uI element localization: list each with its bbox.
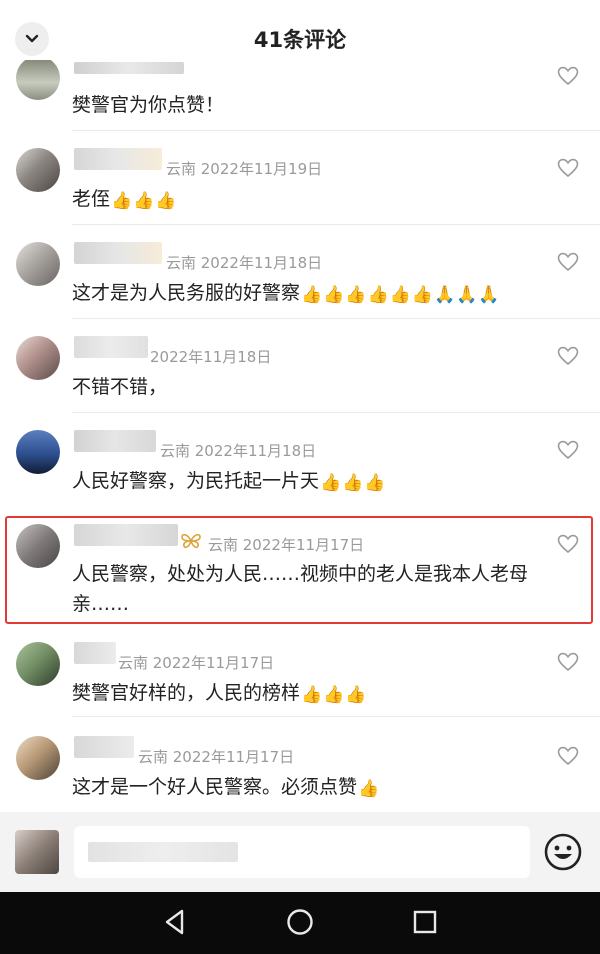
comment-item[interactable]: 云南 2022年11月17日 这才是一个好人民警察。必须点赞👍 (0, 726, 600, 812)
comment-item[interactable]: 云南 2022年11月19日 老侄👍👍👍 (0, 138, 600, 230)
smiley-icon[interactable] (543, 832, 583, 872)
username-blurred[interactable] (74, 736, 134, 758)
comment-meta: 云南 2022年11月18日 (166, 254, 323, 272)
avatar[interactable] (16, 642, 60, 686)
divider (72, 716, 600, 717)
comment-text: 这才是为人民务服的好警察👍👍👍👍👍👍🙏🙏🙏 (72, 278, 552, 310)
thumbs-up-icon: 👍 (345, 685, 367, 705)
comment-list[interactable]: 樊警官为你点赞！ 云南 2022年11月19日 老侄👍👍👍 云南 2022年11… (0, 60, 600, 812)
thumbs-up-icon: 👍 (358, 779, 380, 799)
username-blurred[interactable] (74, 524, 178, 546)
like-heart-icon[interactable] (557, 252, 579, 272)
thumbs-up-icon: 👍 (301, 685, 323, 705)
like-heart-icon[interactable] (557, 440, 579, 460)
pray-icon: 🙏 (434, 285, 456, 305)
like-heart-icon[interactable] (557, 158, 579, 178)
comment-meta: 云南 2022年11月17日 (138, 748, 295, 766)
avatar[interactable] (16, 336, 60, 380)
comment-text: 樊警官好样的，人民的榜样👍👍👍 (72, 678, 552, 710)
comment-text: 老侄👍👍👍 (72, 184, 552, 216)
comment-input[interactable] (74, 826, 530, 878)
comment-text: 不错不错， (72, 376, 168, 398)
thumbs-up-icon: 👍 (367, 285, 389, 305)
avatar[interactable] (16, 148, 60, 192)
like-heart-icon[interactable] (557, 534, 579, 554)
thumbs-up-icon: 👍 (133, 191, 155, 211)
recents-icon[interactable] (410, 907, 440, 937)
thumbs-up-icon: 👍 (155, 191, 177, 211)
thumbs-up-icon: 👍 (111, 191, 133, 211)
page-title: 41条评论 (253, 28, 347, 52)
comment-meta: 2022年11月18日 (150, 348, 272, 366)
comment-text: 人民好警察，为民托起一片天👍👍👍 (72, 466, 552, 498)
like-heart-icon[interactable] (557, 652, 579, 672)
butterfly-icon (181, 533, 201, 549)
thumbs-up-icon: 👍 (323, 285, 345, 305)
avatar[interactable] (16, 430, 60, 474)
comment-item[interactable]: 云南 2022年11月17日 樊警官好样的，人民的榜样👍👍👍 (0, 632, 600, 724)
thumbs-up-icon: 👍 (301, 285, 323, 305)
comment-item[interactable]: 樊警官为你点赞！ (0, 60, 600, 131)
divider (72, 412, 600, 413)
like-heart-icon[interactable] (557, 746, 579, 766)
pray-icon: 🙏 (456, 285, 478, 305)
comment-item[interactable]: 云南 2022年11月18日 人民好警察，为民托起一片天👍👍👍 (0, 420, 600, 512)
thumbs-up-icon: 👍 (342, 473, 364, 493)
like-heart-icon[interactable] (557, 66, 579, 86)
comment-item[interactable]: 2022年11月18日 不错不错， (0, 326, 600, 418)
comment-meta: 云南 2022年11月18日 (160, 442, 317, 460)
avatar[interactable] (16, 242, 60, 286)
thumbs-up-icon: 👍 (364, 473, 386, 493)
comment-input-bar (0, 812, 600, 892)
comment-meta: 云南 2022年11月19日 (166, 160, 323, 178)
avatar[interactable] (16, 60, 60, 100)
comment-text: 人民警察，处处为人民……视频中的老人是我本人老母亲…… (72, 563, 529, 615)
system-nav-bar (0, 892, 600, 954)
home-icon[interactable] (285, 907, 315, 937)
comment-meta: 云南 2022年11月17日 (208, 536, 365, 554)
avatar[interactable] (16, 524, 60, 568)
like-heart-icon[interactable] (557, 346, 579, 366)
divider (72, 130, 600, 131)
username-blurred[interactable] (74, 62, 184, 74)
divider (72, 224, 600, 225)
input-placeholder-blurred (88, 842, 238, 862)
thumbs-up-icon: 👍 (323, 685, 345, 705)
comment-text: 樊警官为你点赞！ (72, 94, 225, 116)
username-blurred[interactable] (74, 336, 148, 358)
divider (72, 318, 600, 319)
pray-icon: 🙏 (478, 285, 500, 305)
comment-item[interactable]: 云南 2022年11月18日 这才是为人民务服的好警察👍👍👍👍👍👍🙏🙏🙏 (0, 232, 600, 324)
thumbs-up-icon: 👍 (320, 473, 342, 493)
thumbs-up-icon: 👍 (345, 285, 367, 305)
comment-item[interactable]: 云南 2022年11月17日 人民警察，处处为人民……视频中的老人是我本人老母亲… (0, 516, 600, 624)
comment-meta: 云南 2022年11月17日 (118, 654, 275, 672)
avatar[interactable] (15, 830, 59, 874)
username-blurred[interactable] (74, 642, 116, 664)
username-blurred[interactable] (74, 242, 162, 264)
avatar[interactable] (16, 736, 60, 780)
thumbs-up-icon: 👍 (389, 285, 411, 305)
thumbs-up-icon: 👍 (411, 285, 434, 305)
username-blurred[interactable] (74, 430, 156, 452)
back-icon[interactable] (160, 907, 190, 937)
comment-text: 这才是一个好人民警察。必须点赞👍 (72, 772, 552, 804)
username-blurred[interactable] (74, 148, 162, 170)
